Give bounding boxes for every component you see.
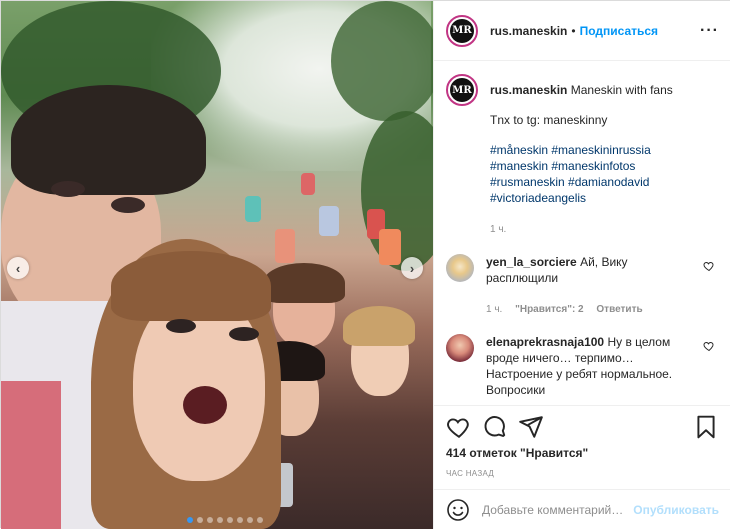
phone xyxy=(379,229,401,265)
hashtag-line[interactable]: #måneskin #maneskininrussia xyxy=(490,142,719,158)
comment-time: 1 ч. xyxy=(486,304,503,315)
comment-input[interactable]: Добавьте комментарий… xyxy=(482,503,633,517)
emoji-icon[interactable] xyxy=(446,498,470,522)
post-photo[interactable]: ‹ › xyxy=(1,1,433,529)
carousel-dot xyxy=(217,517,223,523)
phone xyxy=(301,173,315,195)
caption-time: 1 ч. xyxy=(490,224,507,235)
hashtag-line[interactable]: #rusmaneskin #damianodavid xyxy=(490,174,719,190)
hashtag-line[interactable]: #victoriadeangelis xyxy=(490,190,719,206)
carousel-dot xyxy=(227,517,233,523)
comment-body: yen_la_sorciere Ай, Вику расплющили 1 ч.… xyxy=(486,254,697,318)
phone xyxy=(319,206,339,236)
caption: MR rus.maneskin Maneskin with fans Tnx t… xyxy=(446,74,719,238)
action-icons xyxy=(446,414,719,440)
heart-icon[interactable] xyxy=(446,414,472,440)
bookmark-icon[interactable] xyxy=(693,414,719,440)
phone xyxy=(275,229,295,263)
avatar-text: MR xyxy=(452,25,472,36)
comment-item: elenaprekrasnaja100 Ну в целом вроде нич… xyxy=(446,334,719,398)
photo-tree xyxy=(331,1,433,121)
woman-eye xyxy=(229,327,259,341)
share-icon[interactable] xyxy=(518,414,544,440)
follow-button[interactable]: Подписаться xyxy=(580,24,658,38)
phone xyxy=(245,196,261,222)
carousel-dot xyxy=(187,517,193,523)
carousel-dot xyxy=(207,517,213,523)
woman-eye xyxy=(166,319,196,333)
comment-body: elenaprekrasnaja100 Ну в целом вроде нич… xyxy=(486,334,697,398)
carousel-dot xyxy=(257,517,263,523)
hashtags: #måneskin #maneskininrussia #maneskin #m… xyxy=(490,142,719,206)
carousel-dot xyxy=(247,517,253,523)
post-header: MR rus.maneskin • Подписаться ··· xyxy=(434,1,730,61)
comment-composer: Добавьте комментарий… Опубликовать xyxy=(434,489,730,529)
carousel-dot xyxy=(197,517,203,523)
carousel-dot xyxy=(237,517,243,523)
man-hair xyxy=(11,85,206,195)
heart-icon[interactable] xyxy=(703,260,715,272)
avatar-text: MR xyxy=(452,84,472,96)
hashtag-line[interactable]: #maneskin #maneskinfotos xyxy=(490,158,719,174)
likes-count[interactable]: 414 отметок "Нравится" xyxy=(446,446,588,460)
avatar-logo: MR xyxy=(450,78,474,102)
more-options-icon[interactable]: ··· xyxy=(700,22,719,40)
caption-credit: Tnx to tg: maneskinny xyxy=(490,113,608,127)
man-eye xyxy=(111,197,145,213)
comment-username[interactable]: yen_la_sorciere xyxy=(486,255,577,269)
comment-likes[interactable]: "Нравится": 2 xyxy=(515,304,584,315)
arrow-left-icon[interactable]: ‹ xyxy=(7,257,29,279)
comment-item: yen_la_sorciere Ай, Вику расплющили 1 ч.… xyxy=(446,254,719,318)
avatar[interactable]: MR xyxy=(446,14,478,47)
arrow-right-icon[interactable]: › xyxy=(401,257,423,279)
avatar[interactable]: MR xyxy=(446,74,478,106)
heart-icon[interactable] xyxy=(703,340,715,352)
man-eye xyxy=(51,181,85,197)
side-panel: MR rus.maneskin • Подписаться ··· MR rus… xyxy=(433,1,730,529)
comment-meta: 1 ч. "Нравится": 2 Ответить xyxy=(486,302,697,318)
caption-text: Maneskin with fans xyxy=(570,83,673,97)
avatar[interactable] xyxy=(446,334,474,362)
comments-list[interactable]: MR rus.maneskin Maneskin with fans Tnx t… xyxy=(434,62,730,405)
woman-bangs xyxy=(111,251,271,321)
post-frame: ‹ › MR rus.maneskin • Подписаться ··· MR… xyxy=(0,0,730,529)
separator-dot: • xyxy=(571,23,576,38)
author-username[interactable]: rus.maneskin xyxy=(490,24,567,38)
reply-button[interactable]: Ответить xyxy=(596,304,642,315)
comment-icon[interactable] xyxy=(482,414,508,440)
avatar[interactable] xyxy=(446,254,474,282)
fan-hair xyxy=(263,263,345,303)
caption-meta: 1 ч. xyxy=(490,222,719,238)
avatar-logo: MR xyxy=(450,18,474,43)
publish-button[interactable]: Опубликовать xyxy=(633,503,719,517)
caption-username[interactable]: rus.maneskin xyxy=(490,83,567,97)
comment-username[interactable]: elenaprekrasnaja100 xyxy=(486,335,604,349)
man-shirt-print xyxy=(1,381,61,529)
post-timestamp: ЧАС НАЗАД xyxy=(446,469,495,478)
caption-body: rus.maneskin Maneskin with fans Tnx to t… xyxy=(490,74,719,238)
woman-mouth xyxy=(183,386,227,424)
carousel-dots xyxy=(187,517,263,523)
fan-hair xyxy=(343,306,415,346)
